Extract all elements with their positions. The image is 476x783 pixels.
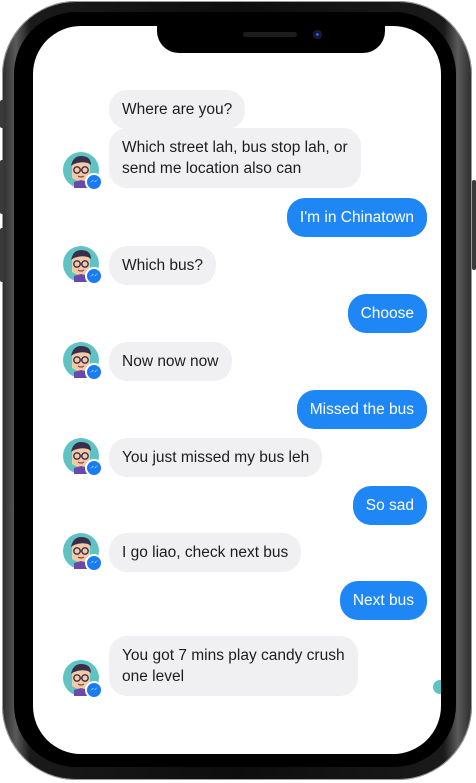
phone-frame: Where are you? Which street lah, bus sto… [0, 0, 476, 783]
message-text-line-2: send me location also can [122, 160, 302, 177]
messenger-badge-icon [85, 363, 103, 381]
message-text: Which bus? [122, 257, 203, 274]
message-text: Where are you? [122, 101, 233, 118]
messenger-badge-icon [85, 173, 103, 191]
incoming-message[interactable]: Which bus? [109, 246, 216, 285]
volume-down-button [0, 228, 4, 282]
earpiece-speaker [243, 32, 297, 37]
incoming-message[interactable]: I go liao, check next bus [109, 533, 302, 572]
outgoing-message[interactable]: I'm in Chinatown [286, 198, 427, 237]
outgoing-message[interactable]: Missed the bus [296, 390, 427, 429]
message-text: Missed the bus [309, 401, 414, 418]
volume-up-button [0, 160, 4, 214]
outgoing-message[interactable]: Next bus [339, 581, 427, 620]
messenger-badge-icon [85, 267, 103, 285]
message-text-line-1: Which street lah, bus stop lah, or [122, 139, 348, 156]
message-text-line-2: one level [122, 668, 185, 685]
bot-avatar-icon[interactable] [63, 438, 103, 477]
message-text: So sad [365, 497, 414, 514]
message-text: Now now now [122, 353, 219, 370]
bot-avatar-icon[interactable] [63, 342, 103, 381]
message-text: You just missed my bus leh [122, 449, 310, 466]
bot-avatar-icon[interactable] [63, 246, 103, 285]
messenger-badge-icon [85, 459, 103, 477]
message-text: Choose [360, 305, 414, 322]
bot-avatar-icon[interactable] [63, 533, 103, 572]
incoming-message[interactable]: You got 7 mins play candy crush one leve… [109, 636, 358, 696]
read-receipt-avatar-icon [433, 680, 441, 694]
mute-switch [0, 100, 4, 128]
incoming-message[interactable]: Which street lah, bus stop lah, or send … [109, 128, 361, 188]
messenger-badge-icon [85, 681, 103, 699]
incoming-message[interactable]: Where are you? [109, 90, 246, 129]
front-camera-icon [313, 30, 322, 39]
message-text: I'm in Chinatown [299, 209, 414, 226]
message-text: Next bus [352, 592, 414, 609]
incoming-message[interactable]: You just missed my bus leh [109, 438, 323, 477]
message-text: I go liao, check next bus [122, 544, 289, 561]
incoming-message[interactable]: Now now now [109, 342, 232, 381]
power-button [472, 180, 476, 270]
outgoing-message[interactable]: Choose [347, 294, 427, 333]
outgoing-message[interactable]: So sad [352, 486, 427, 525]
message-text-line-1: You got 7 mins play candy crush [122, 647, 345, 664]
notch [157, 26, 385, 53]
chat-screen: Where are you? Which street lah, bus sto… [33, 26, 441, 754]
bot-avatar-icon[interactable] [63, 660, 103, 699]
bot-avatar-icon[interactable] [63, 152, 103, 191]
messenger-badge-icon [85, 554, 103, 572]
